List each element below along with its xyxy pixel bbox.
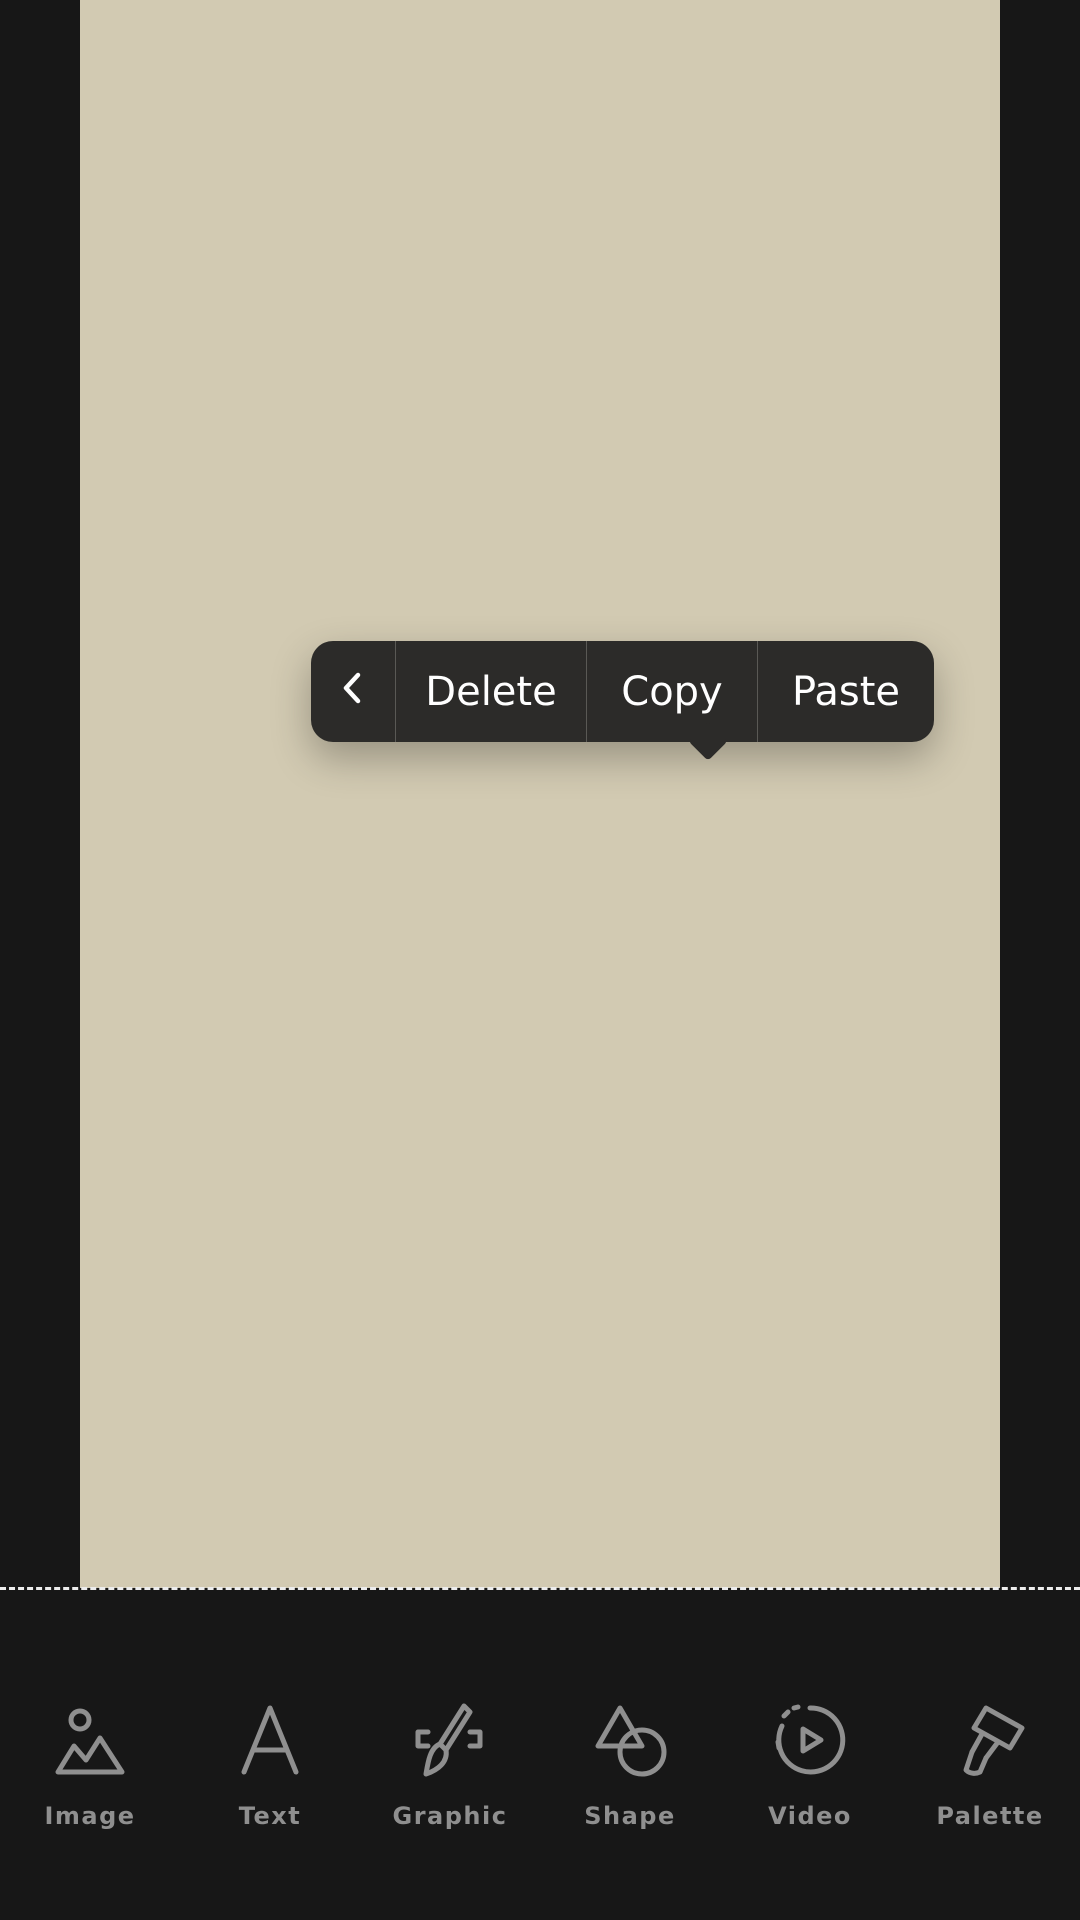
text-icon <box>230 1700 310 1780</box>
tool-text[interactable]: Text <box>180 1700 360 1850</box>
tool-image[interactable]: Image <box>0 1700 180 1850</box>
video-icon <box>770 1700 850 1780</box>
chevron-left-icon <box>338 669 368 715</box>
bottom-toolbar: Image Text Graphic Shape Video Palette <box>0 1700 1080 1850</box>
shape-icon <box>590 1700 670 1780</box>
tool-graphic[interactable]: Graphic <box>360 1700 540 1850</box>
tool-graphic-label: Graphic <box>392 1802 508 1830</box>
tool-image-label: Image <box>44 1802 136 1830</box>
page-boundary-line <box>0 1587 1080 1590</box>
image-icon <box>50 1700 130 1780</box>
context-menu: Delete Copy Paste <box>311 641 934 742</box>
design-canvas[interactable] <box>80 0 1000 1588</box>
tool-palette-label: Palette <box>936 1802 1044 1830</box>
graphic-icon <box>410 1700 490 1780</box>
tool-text-label: Text <box>238 1802 302 1830</box>
palette-icon <box>950 1700 1030 1780</box>
tool-palette[interactable]: Palette <box>900 1700 1080 1850</box>
editor-screen: Delete Copy Paste Image Text Graphic Sha… <box>0 0 1080 1920</box>
delete-button[interactable]: Delete <box>396 641 586 742</box>
tool-shape-label: Shape <box>584 1802 676 1830</box>
copy-button[interactable]: Copy <box>587 641 757 742</box>
paste-button[interactable]: Paste <box>758 641 934 742</box>
menu-back-button[interactable] <box>311 641 395 742</box>
tool-video[interactable]: Video <box>720 1700 900 1850</box>
tool-video-label: Video <box>768 1802 852 1830</box>
tool-shape[interactable]: Shape <box>540 1700 720 1850</box>
